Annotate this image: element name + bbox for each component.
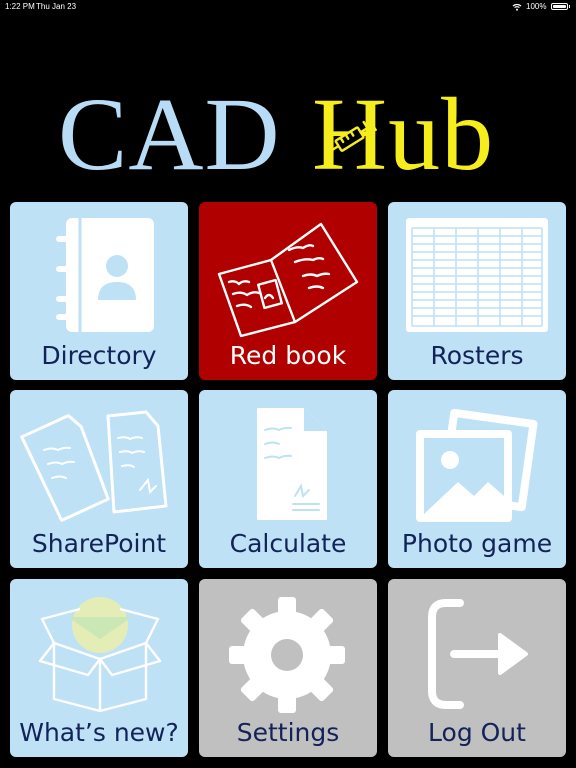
status-right: 100% [512, 2, 570, 11]
tile-label: SharePoint [31, 529, 167, 558]
tile-calculate[interactable]: Calculate [199, 390, 377, 568]
tile-label: Directory [41, 341, 157, 370]
status-date: Thu Jan 23 [36, 2, 77, 11]
tile-whats-new[interactable]: What’s new? [10, 579, 188, 757]
tile-label: What’s new? [19, 718, 179, 747]
battery-tip [568, 5, 570, 8]
tile-sharepoint[interactable]: SharePoint [10, 390, 188, 568]
tile-settings[interactable]: Settings [199, 579, 377, 757]
tile-red-book[interactable]: Red book [199, 202, 377, 380]
tile-photo-game[interactable]: Photo game [388, 390, 566, 568]
app-logo: CAD Hub [0, 80, 576, 190]
tile-label: Rosters [430, 341, 524, 370]
logo-text-cad: CAD [58, 77, 281, 192]
battery-percent: 100% [526, 2, 547, 11]
tile-directory[interactable]: Directory [10, 202, 188, 380]
wifi-icon [512, 3, 522, 11]
status-time: 1:22 PM [5, 2, 35, 11]
tile-label: Settings [236, 718, 340, 747]
tile-label: Log Out [428, 718, 526, 747]
status-bar: 1:22 PM Thu Jan 23 100% [0, 0, 576, 14]
tile-label: Calculate [229, 529, 347, 558]
tile-rosters[interactable]: Rosters [388, 202, 566, 380]
tile-label: Photo game [401, 529, 553, 558]
tile-label: Red book [229, 341, 347, 370]
tile-log-out[interactable]: Log Out [388, 579, 566, 757]
battery-icon [550, 3, 568, 10]
syringe-icon [327, 118, 377, 154]
